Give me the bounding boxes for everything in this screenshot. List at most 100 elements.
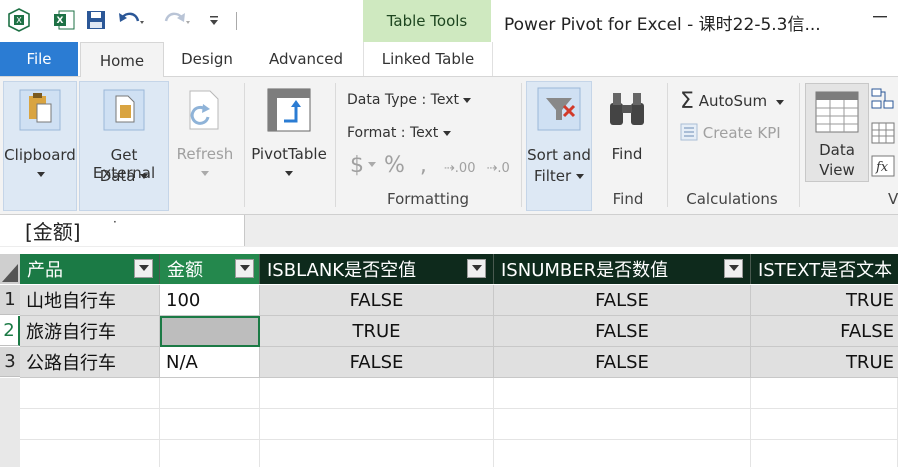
- filter-dropdown-icon[interactable]: [134, 259, 153, 278]
- window-title: Power Pivot for Excel - 课时22-5.3信...: [504, 15, 821, 35]
- filter-dropdown-icon[interactable]: [235, 259, 254, 278]
- table-cell[interactable]: FALSE: [494, 316, 751, 347]
- row-gutter: [0, 378, 20, 467]
- empty-cell[interactable]: [260, 378, 494, 409]
- clipboard-button[interactable]: Clipboard: [3, 81, 77, 211]
- table-cell[interactable]: FALSE: [260, 347, 494, 378]
- minimize-icon[interactable]: [872, 8, 890, 29]
- group-separator: [799, 83, 800, 207]
- column-header-product[interactable]: 产品: [20, 254, 160, 284]
- tab-home[interactable]: Home: [80, 42, 164, 78]
- column-header-amount[interactable]: 金额: [160, 254, 260, 284]
- increase-decimal-icon[interactable]: ⇢.00: [444, 161, 476, 176]
- table-cell[interactable]: N/A: [160, 347, 260, 378]
- data-view-button[interactable]: Data View: [805, 83, 869, 182]
- empty-cell[interactable]: [160, 378, 260, 409]
- empty-cell[interactable]: [751, 409, 898, 440]
- sort-and-filter-button[interactable]: Sort and Filter: [526, 81, 592, 211]
- tab-advanced[interactable]: Advanced: [262, 42, 350, 76]
- calculation-area-icon[interactable]: fx: [870, 154, 896, 178]
- chevron-down-icon: [575, 173, 584, 179]
- diagram-view-icon[interactable]: [870, 87, 896, 111]
- table-cell[interactable]: FALSE: [751, 316, 898, 347]
- row-number[interactable]: 1: [0, 285, 20, 315]
- select-all-corner[interactable]: [0, 254, 20, 284]
- table-cell[interactable]: 100: [160, 285, 260, 316]
- show-hidden-icon[interactable]: [870, 121, 896, 145]
- empty-cell[interactable]: [160, 440, 260, 467]
- table-cell[interactable]: 公路自行车: [20, 347, 160, 378]
- empty-cell[interactable]: [494, 409, 751, 440]
- undo-icon[interactable]: [116, 8, 146, 32]
- data-view-label-1: Data: [819, 141, 855, 159]
- empty-cell[interactable]: [160, 409, 260, 440]
- row-number[interactable]: 3: [0, 347, 20, 377]
- table-cell[interactable]: TRUE: [751, 285, 898, 316]
- row-number[interactable]: 2: [0, 316, 20, 346]
- table-cell[interactable]: TRUE: [260, 316, 494, 347]
- selected-cell[interactable]: [160, 316, 260, 347]
- chevron-down-icon: [140, 173, 149, 179]
- autosum-button[interactable]: Σ AutoSum: [680, 89, 784, 114]
- table-cell[interactable]: 旅游自行车: [20, 316, 160, 347]
- calculations-group-label: Calculations: [686, 190, 778, 208]
- empty-cell[interactable]: [751, 440, 898, 467]
- excel-icon[interactable]: X: [52, 8, 76, 32]
- table-cell[interactable]: 山地自行车: [20, 285, 160, 316]
- filter-dropdown-icon[interactable]: [724, 259, 743, 278]
- group-separator: [244, 83, 245, 207]
- tab-file[interactable]: File: [0, 42, 78, 76]
- empty-cell[interactable]: [260, 409, 494, 440]
- find-button[interactable]: Find: [598, 81, 656, 186]
- table-cell[interactable]: FALSE: [494, 347, 751, 378]
- empty-cell[interactable]: [20, 440, 160, 467]
- column-header-istext[interactable]: ISTEXT是否文本: [751, 254, 898, 284]
- chevron-down-icon: [442, 131, 451, 136]
- name-box[interactable]: [金额] ·: [0, 215, 245, 246]
- pivottable-label: PivotTable: [251, 145, 327, 163]
- get-external-data-button[interactable]: Get External Data: [79, 81, 169, 211]
- table-cell[interactable]: FALSE: [260, 285, 494, 316]
- pivottable-button[interactable]: PivotTable: [250, 81, 328, 209]
- power-pivot-logo-icon: X: [6, 8, 32, 32]
- percent-icon[interactable]: %: [384, 153, 405, 178]
- format-dropdown[interactable]: Format : Text: [347, 125, 451, 141]
- table-cell[interactable]: FALSE: [494, 285, 751, 316]
- svg-text:X: X: [16, 16, 22, 25]
- comma-icon[interactable]: ,: [420, 153, 427, 178]
- formatting-group-label: Formatting: [387, 190, 469, 208]
- create-kpi-button[interactable]: Create KPI: [680, 123, 781, 142]
- group-separator: [521, 83, 522, 207]
- chevron-down-icon: [463, 98, 472, 103]
- tab-design[interactable]: Design: [168, 42, 246, 76]
- ribbon-tabs: File Home Design Advanced Linked Table: [0, 42, 898, 78]
- column-header-isnumber[interactable]: ISNUMBER是否数值: [494, 254, 751, 284]
- svg-text:fx: fx: [875, 160, 889, 175]
- empty-cell[interactable]: [494, 378, 751, 409]
- sort-filter-label-2: Filter: [527, 167, 591, 185]
- chevron-down-icon: [368, 162, 376, 167]
- ribbon: Clipboard Get External Data Refresh Pivo…: [0, 77, 898, 215]
- empty-cell[interactable]: [260, 440, 494, 467]
- tab-linked-table[interactable]: Linked Table: [363, 42, 493, 76]
- empty-cell[interactable]: [20, 378, 160, 409]
- number-format-row: $% , ⇢.00 ⇢.0: [350, 153, 510, 178]
- customize-qat-icon[interactable]: [206, 8, 222, 32]
- empty-cell[interactable]: [494, 440, 751, 467]
- sort-filter-label-1: Sort and: [527, 146, 591, 164]
- svg-text:X: X: [57, 16, 64, 26]
- save-icon[interactable]: [84, 8, 108, 32]
- empty-cell[interactable]: [20, 409, 160, 440]
- currency-icon[interactable]: $: [350, 153, 364, 178]
- find-label: Find: [611, 145, 643, 163]
- binoculars-icon: [610, 93, 644, 125]
- refresh-label: Refresh: [176, 145, 234, 163]
- empty-cell[interactable]: [751, 378, 898, 409]
- filter-dropdown-icon[interactable]: [467, 259, 486, 278]
- table-cell[interactable]: TRUE: [751, 347, 898, 378]
- refresh-button[interactable]: Refresh: [172, 81, 238, 209]
- column-header-isblank[interactable]: ISBLANK是否空值: [260, 254, 494, 284]
- decrease-decimal-icon[interactable]: ⇢.0: [486, 161, 509, 176]
- qat-divider: [236, 12, 237, 30]
- data-type-dropdown[interactable]: Data Type : Text: [347, 92, 472, 108]
